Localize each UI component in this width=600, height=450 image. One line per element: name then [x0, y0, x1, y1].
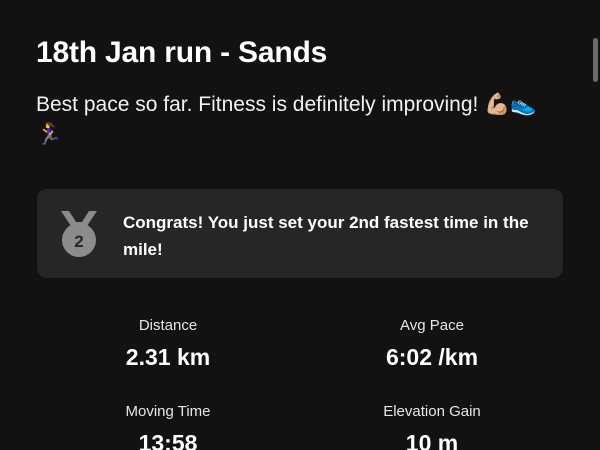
- stat-distance: Distance 2.31 km: [48, 316, 288, 371]
- stat-moving-time: Moving Time 13:58: [48, 402, 288, 450]
- stat-value: 13:58: [138, 430, 198, 450]
- scrollbar[interactable]: [593, 38, 598, 82]
- activity-detail-screen: 18th Jan run - Sands Best pace so far. F…: [0, 0, 600, 450]
- stats-grid: Distance 2.31 km Avg Pace 6:02 /km Movin…: [0, 316, 600, 450]
- stat-label: Distance: [138, 317, 198, 334]
- stat-elevation-gain: Elevation Gain 10 m: [312, 402, 552, 450]
- activity-title: 18th Jan run - Sands: [36, 36, 328, 69]
- stat-value: 2.31 km: [125, 344, 211, 370]
- stat-label: Moving Time: [125, 403, 211, 420]
- stat-avg-pace: Avg Pace 6:02 /km: [312, 316, 552, 371]
- achievement-message: Congrats! You just set your 2nd fastest …: [123, 213, 529, 259]
- achievement-card[interactable]: 2 Congrats! You just set your 2nd fastes…: [37, 189, 563, 278]
- medal-icon: 2: [61, 211, 97, 257]
- stat-value: 6:02 /km: [385, 344, 479, 370]
- stat-label: Avg Pace: [400, 317, 464, 334]
- stat-value: 10 m: [405, 430, 459, 450]
- stat-label: Elevation Gain: [383, 403, 481, 420]
- medal-rank-label: 2: [74, 232, 83, 251]
- activity-description: Best pace so far. Fitness is definitely …: [36, 93, 537, 146]
